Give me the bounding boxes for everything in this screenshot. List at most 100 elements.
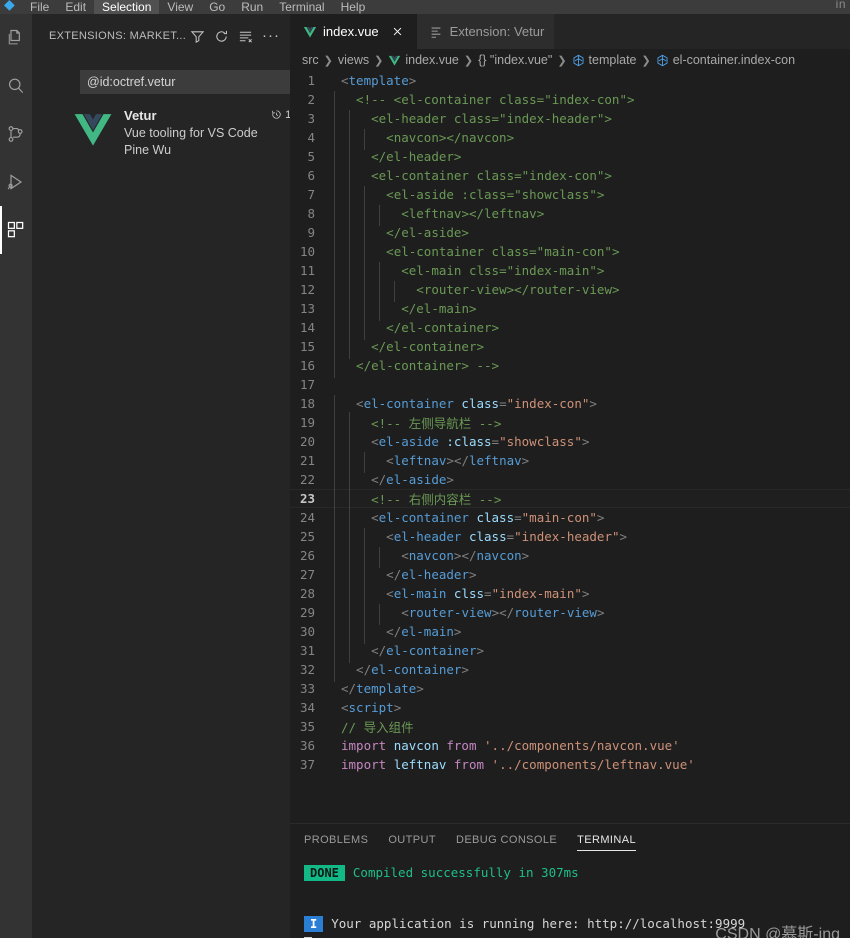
more-actions-icon[interactable]: ··· — [262, 28, 280, 43]
code-line[interactable]: 37 import leftnav from '../components/lef… — [290, 755, 850, 774]
code-line[interactable]: 7 <el-aside :class="showclass"> — [290, 185, 850, 207]
close-icon[interactable] — [389, 23, 407, 41]
menu-item-edit[interactable]: Edit — [57, 0, 94, 14]
menu-item-file[interactable]: File — [22, 0, 57, 14]
code-line-text: </el-container> --> — [334, 357, 850, 378]
code-token: = — [514, 510, 522, 525]
code-line[interactable]: 27 </el-header> — [290, 565, 850, 587]
code-line[interactable]: 18 <el-container class="index-con"> — [290, 394, 850, 416]
code-line[interactable]: 17 — [290, 375, 850, 394]
breadcrumb-item[interactable]: template — [572, 53, 637, 67]
code-line[interactable]: 11 <el-main clss="index-main"> — [290, 261, 850, 283]
code-line-text: <el-container class="main-con"> — [334, 243, 850, 264]
line-number: 24 — [299, 510, 315, 525]
clear-list-icon[interactable] — [238, 29, 253, 44]
code-line[interactable]: 10 <el-container class="main-con"> — [290, 242, 850, 264]
code-token: > — [619, 529, 628, 544]
code-line[interactable]: 35 // 导入组件 — [290, 717, 850, 736]
code-line[interactable]: 1 <template> — [290, 71, 850, 90]
activitybar-search[interactable] — [0, 62, 32, 110]
breadcrumb-item[interactable]: index.vue — [388, 53, 459, 67]
panel-tab-problems[interactable]: PROBLEMS — [304, 834, 368, 851]
code-line[interactable]: 20 <el-aside :class="showclass"> — [290, 432, 850, 454]
code-line[interactable]: 33 </template> — [290, 679, 850, 698]
code-editor[interactable]: 1 <template> 2 <!-- <el-container class="in… — [290, 71, 850, 823]
code-line[interactable]: 13 </el-main> — [290, 299, 850, 321]
code-line[interactable]: 9 </el-aside> — [290, 223, 850, 245]
search-extensions-field[interactable] — [80, 70, 306, 94]
menu-item-run[interactable]: Run — [233, 0, 271, 14]
code-token: < — [341, 700, 349, 715]
breadcrumb-separator-icon: ❯ — [323, 54, 333, 67]
sidebar-title: EXTENSIONS: MARKET... — [49, 30, 187, 42]
code-token: <leftnav></leftnav> — [401, 206, 545, 221]
activitybar-explorer[interactable] — [0, 14, 32, 62]
code-token: > — [393, 700, 402, 715]
menu-item-view[interactable]: View — [159, 0, 201, 14]
code-token: el-container — [378, 510, 469, 525]
activitybar-extensions[interactable] — [0, 206, 32, 254]
panel-tab-terminal[interactable]: TERMINAL — [577, 834, 636, 851]
code-line[interactable]: 8 <leftnav></leftnav> — [290, 204, 850, 226]
extension-list-item[interactable]: Vetur 10ms Vue tooling for VS Code Pine — [72, 106, 312, 164]
code-line[interactable]: 29 <router-view></router-view> — [290, 603, 850, 625]
menu-item-selection[interactable]: Selection — [94, 0, 160, 14]
line-number: 23 — [299, 491, 315, 506]
code-line[interactable]: 12 <router-view></router-view> — [290, 280, 850, 302]
code-line[interactable]: 25 <el-header class="index-header"> — [290, 527, 850, 549]
search-input[interactable] — [87, 75, 299, 89]
breadcrumb-item[interactable]: {} "index.vue" — [478, 53, 552, 67]
menu-item-help[interactable]: Help — [333, 0, 374, 14]
code-line[interactable]: 31 </el-container> — [290, 641, 850, 663]
code-line[interactable]: 14 </el-container> — [290, 318, 850, 340]
code-token: > — [596, 510, 605, 525]
code-line[interactable]: 23 <!-- 右侧内容栏 --> — [290, 488, 850, 509]
activitybar-run-debug[interactable] — [0, 158, 32, 206]
editor-tab-index-vue[interactable]: index.vue — [290, 14, 417, 49]
code-token: > — [461, 662, 469, 677]
code-line[interactable]: 16 </el-container> --> — [290, 356, 850, 378]
code-line-text: </el-header> — [334, 566, 850, 587]
breadcrumb-separator-icon: ❯ — [641, 54, 651, 67]
code-line[interactable]: 21 <leftnav></leftnav> — [290, 451, 850, 473]
activitybar-source-control[interactable] — [0, 110, 32, 158]
code-line[interactable]: 5 </el-header> — [290, 147, 850, 169]
code-line[interactable]: 30 </el-main> — [290, 622, 850, 644]
code-token: < — [401, 548, 409, 563]
code-token: </ — [386, 567, 402, 582]
breadcrumb-item[interactable]: views — [338, 53, 369, 67]
symbol-object-icon — [572, 54, 585, 67]
code-line[interactable]: 36 import navcon from '../components/navc… — [290, 736, 850, 755]
code-line[interactable]: 2 <!-- <el-container class="index-con"> — [290, 90, 850, 112]
editor-tab-extension-vetur[interactable]: Extension: Vetur — [416, 14, 555, 49]
code-line[interactable]: 26 <navcon></navcon> — [290, 546, 850, 568]
line-number: 20 — [299, 434, 315, 449]
code-line[interactable]: 4 <navcon></navcon> — [290, 128, 850, 150]
code-line[interactable]: 19 <!-- 左侧导航栏 --> — [290, 412, 850, 433]
code-line[interactable]: 6 <el-container class="index-con"> — [290, 166, 850, 188]
panel-tab-debug-console[interactable]: DEBUG CONSOLE — [456, 834, 557, 851]
code-line[interactable]: 15 </el-container> — [290, 337, 850, 359]
code-line[interactable]: 24 <el-container class="main-con"> — [290, 508, 850, 530]
breadcrumb-separator-icon: ❯ — [374, 54, 384, 67]
code-line[interactable]: 22 </el-aside> — [290, 470, 850, 492]
code-line[interactable]: 32 </el-container> — [290, 660, 850, 682]
code-token: "index-header" — [514, 529, 620, 544]
code-line[interactable]: 3 <el-header class="index-header"> — [290, 109, 850, 131]
panel-tab-output[interactable]: OUTPUT — [388, 834, 436, 851]
breadcrumb-item[interactable]: src — [302, 53, 319, 67]
extensions-icon — [6, 220, 26, 240]
menu-item-go[interactable]: Go — [201, 0, 233, 14]
filter-icon[interactable] — [190, 29, 205, 44]
refresh-icon[interactable] — [214, 29, 229, 44]
code-token: </el-container> --> — [356, 358, 500, 373]
code-line[interactable]: 34 <script> — [290, 698, 850, 717]
code-line[interactable]: 28 <el-main clss="index-main"> — [290, 584, 850, 606]
breadcrumb-item[interactable]: el-container.index-con — [656, 53, 795, 67]
titlebar-right-text: in — [835, 0, 846, 11]
breadcrumb-label: template — [588, 53, 637, 67]
menu-item-terminal[interactable]: Terminal — [271, 0, 332, 14]
breadcrumb: src ❯ views ❯ index.vue ❯ {} "index.vue" ❯ templ… — [290, 49, 850, 71]
